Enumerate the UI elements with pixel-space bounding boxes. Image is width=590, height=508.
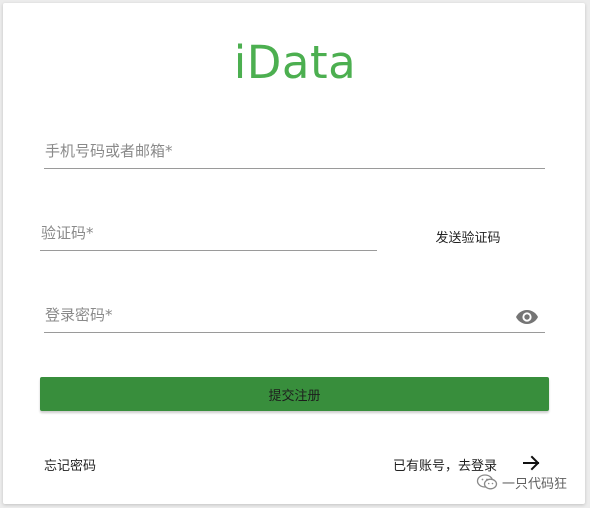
verification-code-input[interactable]	[40, 222, 377, 250]
login-link[interactable]: 已有账号，去登录	[393, 455, 497, 474]
verification-code-field	[40, 222, 377, 251]
eye-icon[interactable]	[515, 307, 539, 327]
submit-register-button[interactable]: 提交注册	[40, 377, 549, 411]
send-code-button[interactable]: 发送验证码	[426, 225, 510, 247]
watermark-text: 一只代码狂	[502, 477, 568, 492]
wechat-icon	[476, 473, 498, 491]
password-input[interactable]	[44, 304, 545, 332]
account-input[interactable]	[44, 140, 545, 168]
password-field	[44, 304, 545, 333]
logo: iData	[233, 36, 357, 89]
forgot-password-link[interactable]: 忘记密码	[44, 455, 96, 474]
account-field	[44, 140, 545, 169]
arrow-right-icon[interactable]	[522, 453, 542, 473]
